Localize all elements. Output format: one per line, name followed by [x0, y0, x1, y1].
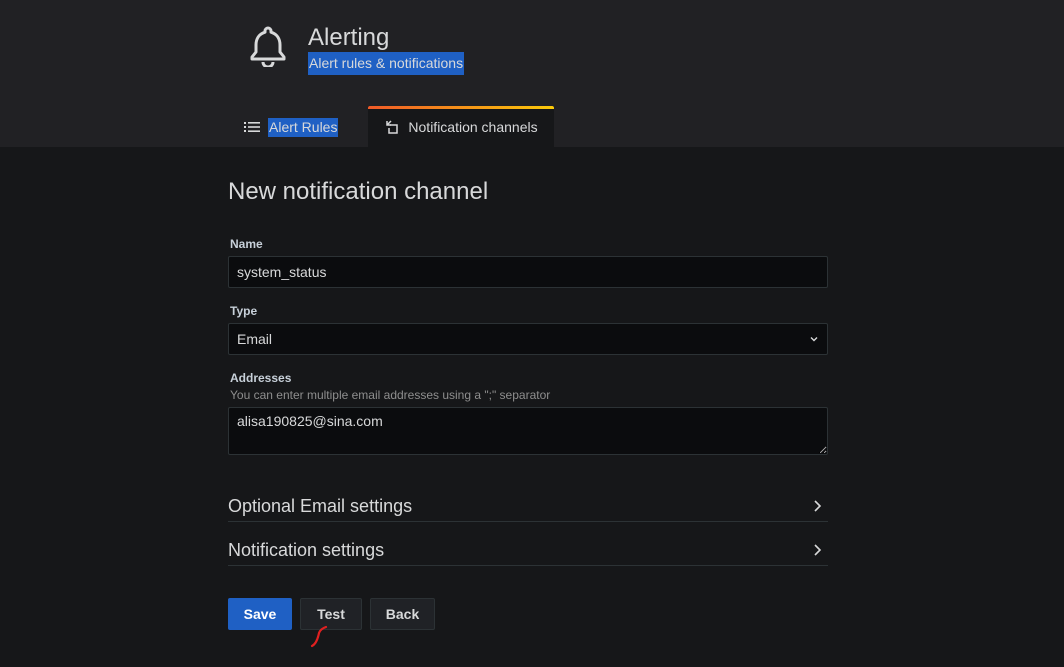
optional-email-settings-label: Optional Email settings	[228, 495, 413, 516]
list-icon	[244, 122, 260, 132]
page-title-header: Alerting	[308, 24, 390, 51]
page-subtitle: Alert rules & notifications	[308, 52, 465, 75]
tab-alert-rules-label: Alert Rules	[268, 117, 339, 137]
page-header: Alerting Alert rules & notifications Ale…	[0, 0, 1064, 147]
optional-email-settings-section[interactable]: Optional Email settings	[228, 491, 828, 522]
tab-notification-channels[interactable]: Notification channels	[368, 106, 554, 147]
notification-settings-section[interactable]: Notification settings	[228, 535, 828, 566]
page: Alerting Alert rules & notifications Ale…	[0, 0, 1064, 667]
addresses-description: You can enter multiple email addresses u…	[230, 388, 551, 402]
addresses-textarea[interactable]	[228, 407, 828, 455]
chevron-right-icon	[814, 500, 822, 512]
bell-icon	[250, 26, 286, 67]
tab-notification-channels-label: Notification channels	[408, 118, 538, 135]
addresses-label: Addresses	[230, 371, 292, 385]
type-select-value: Email	[237, 331, 273, 347]
name-label: Name	[230, 237, 263, 251]
channel-icon	[386, 119, 399, 134]
page-title: New notification channel	[228, 178, 489, 205]
notification-settings-label: Notification settings	[228, 539, 385, 560]
tab-alert-rules[interactable]: Alert Rules	[244, 112, 339, 142]
type-select[interactable]: Email	[228, 323, 828, 355]
test-button[interactable]: Test	[300, 598, 362, 630]
save-button[interactable]: Save	[228, 598, 292, 630]
chevron-down-icon	[810, 337, 818, 342]
back-button[interactable]: Back	[370, 598, 435, 630]
type-label: Type	[230, 304, 258, 318]
name-input[interactable]	[228, 256, 828, 288]
chevron-right-icon	[814, 544, 822, 556]
